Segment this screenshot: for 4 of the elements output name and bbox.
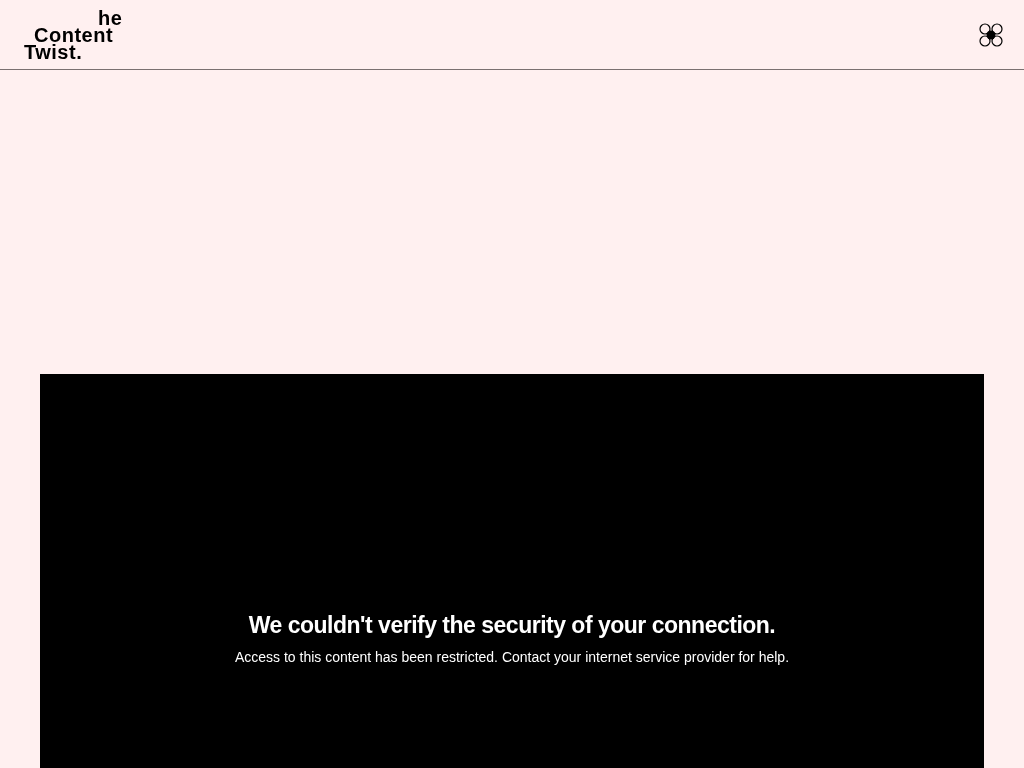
site-logo[interactable]: he Content Twist. — [24, 8, 123, 61]
notice-title: We couldn't verify the security of your connection. — [248, 612, 776, 639]
menu-icon[interactable] — [978, 21, 1004, 48]
notice-message: Access to this content has been restricted. Contact your internet service provider for help. — [234, 649, 790, 665]
